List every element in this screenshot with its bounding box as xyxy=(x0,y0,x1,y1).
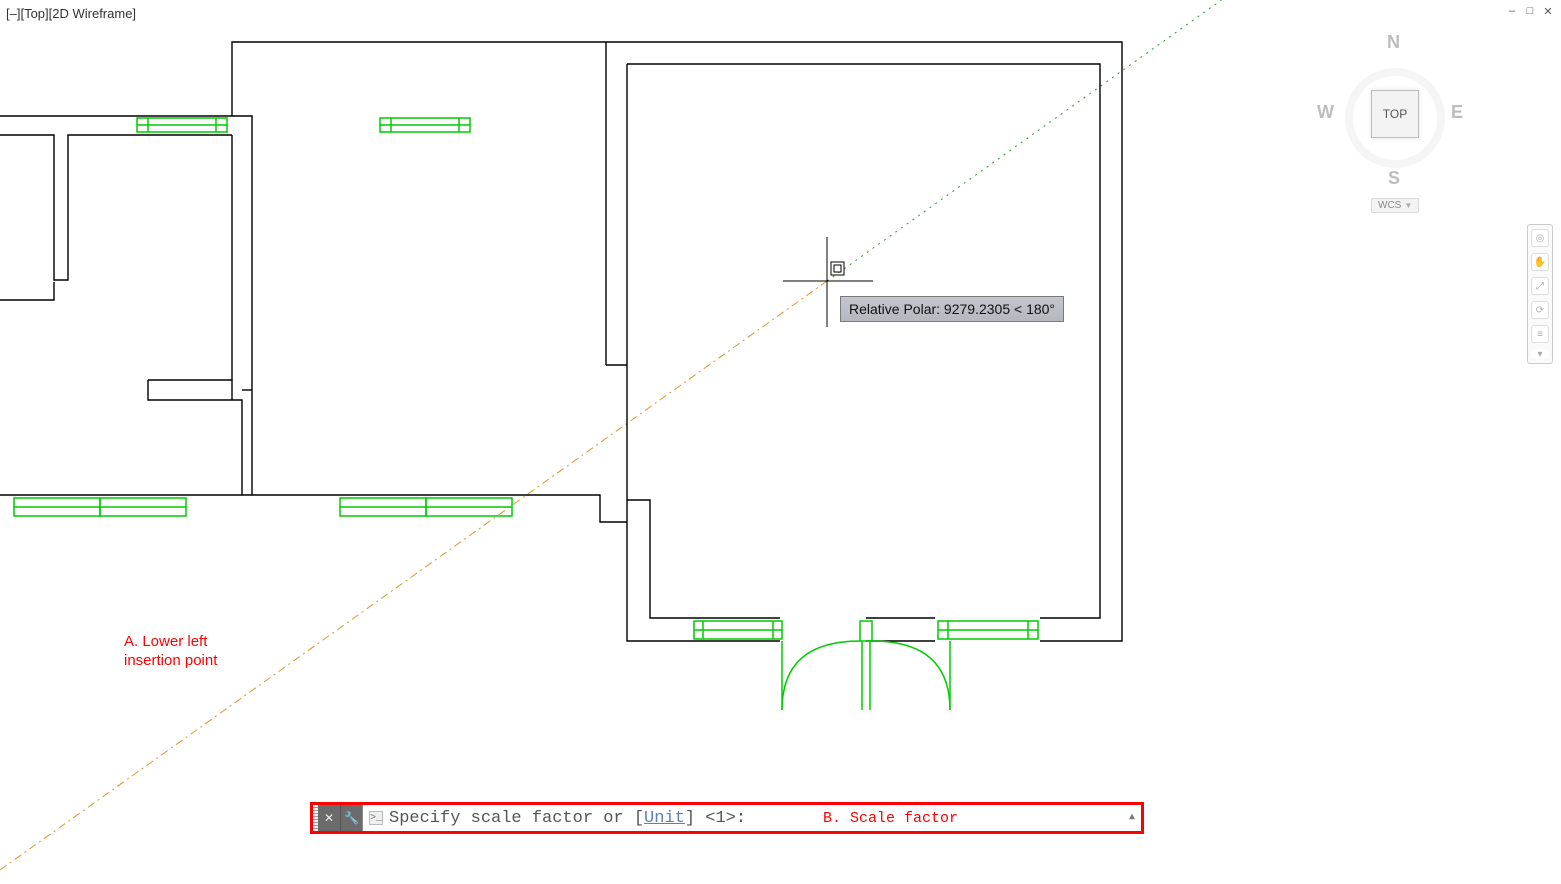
viewcube-top-face[interactable]: TOP xyxy=(1371,90,1419,138)
pan-icon[interactable]: ✋ xyxy=(1531,253,1549,271)
viewcube-west[interactable]: W xyxy=(1317,102,1334,123)
minimize-button[interactable]: – xyxy=(1505,4,1519,18)
maximize-button[interactable]: □ xyxy=(1523,4,1537,18)
close-button[interactable]: ✕ xyxy=(1541,4,1555,18)
command-line-region: ✕ 🔧 >_ Specify scale factor or [Unit] <1… xyxy=(310,802,1144,834)
command-prompt-icon: >_ xyxy=(369,811,383,825)
wcs-dropdown[interactable]: WCS ▼ xyxy=(1371,198,1419,213)
command-text-post: ] <1>: xyxy=(685,809,746,828)
navbar-expand-icon[interactable]: ▾ xyxy=(1531,349,1549,359)
viewport-label[interactable]: [–][Top][2D Wireframe] xyxy=(6,6,136,21)
annotation-a: A. Lower left insertion point xyxy=(124,633,217,671)
command-text-pre: Specify scale factor or [ xyxy=(389,809,644,828)
navigation-bar: ◎ ✋ ⤢ ⟳ ≡ ▾ xyxy=(1527,224,1553,364)
command-customize-button[interactable]: 🔧 xyxy=(340,804,362,832)
wcs-label: WCS xyxy=(1378,200,1401,211)
viewcube[interactable]: N S W E TOP WCS ▼ xyxy=(1331,30,1451,200)
annotation-b: B. Scale factor xyxy=(823,810,958,827)
annotation-a-line2: insertion point xyxy=(124,652,217,671)
viewcube-north[interactable]: N xyxy=(1387,32,1400,53)
polar-tracking-tooltip: Relative Polar: 9279.2305 < 180° xyxy=(840,296,1064,322)
viewport-window-controls: – □ ✕ xyxy=(1505,4,1555,18)
viewcube-south[interactable]: S xyxy=(1388,168,1400,189)
show-motion-icon[interactable]: ≡ xyxy=(1531,325,1549,343)
annotation-a-line1: A. Lower left xyxy=(124,633,217,652)
command-option-unit[interactable]: Unit xyxy=(644,809,685,828)
chevron-down-icon: ▼ xyxy=(1404,201,1412,210)
zoom-extents-icon[interactable]: ⤢ xyxy=(1531,277,1549,295)
drawing-canvas[interactable] xyxy=(0,0,1561,884)
command-input[interactable]: >_ Specify scale factor or [Unit] <1>: B… xyxy=(362,804,1142,832)
command-close-button[interactable]: ✕ xyxy=(318,804,340,832)
viewcube-east[interactable]: E xyxy=(1451,102,1463,123)
steering-wheel-icon[interactable]: ◎ xyxy=(1531,229,1549,247)
command-history-expand-icon[interactable]: ▲ xyxy=(1129,813,1135,824)
orbit-icon[interactable]: ⟳ xyxy=(1531,301,1549,319)
